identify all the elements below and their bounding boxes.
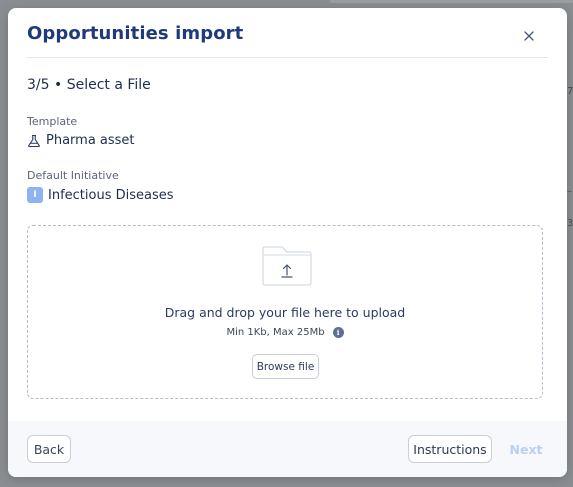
dropzone-prompt: Drag and drop your file here to upload bbox=[164, 305, 406, 320]
file-size-limits-text: Min 1Kb, Max 25Mb bbox=[226, 327, 325, 338]
modal-footer: Back Instructions Next bbox=[8, 421, 567, 477]
initiative-badge-letter: I bbox=[33, 189, 37, 200]
info-icon[interactable]: i bbox=[332, 327, 344, 338]
back-button[interactable]: Back bbox=[27, 435, 71, 463]
flask-icon bbox=[28, 134, 40, 147]
initiative-value: I Infectious Diseases bbox=[27, 187, 174, 203]
modal-title: Opportunities import bbox=[27, 23, 244, 44]
initiative-name: Infectious Diseases bbox=[48, 187, 174, 203]
initiative-badge: I bbox=[27, 187, 43, 203]
close-icon bbox=[524, 31, 534, 41]
next-button[interactable]: Next bbox=[504, 435, 548, 463]
close-button[interactable] bbox=[521, 28, 537, 44]
template-value: Pharma asset bbox=[27, 133, 135, 148]
instructions-button[interactable]: Instructions bbox=[408, 435, 492, 463]
modal-header: Opportunities import bbox=[8, 8, 567, 58]
folder-upload-icon bbox=[261, 245, 313, 287]
background-app-strip bbox=[330, 0, 573, 3]
initiative-label: Default Initiative bbox=[27, 169, 119, 182]
import-modal: Opportunities import 3/5 • Select a File… bbox=[8, 8, 567, 477]
file-size-limits: Min 1Kb, Max 25Mb i bbox=[28, 327, 542, 338]
header-divider bbox=[27, 57, 548, 58]
background-app-fragment: – bbox=[567, 186, 572, 197]
step-title: 3/5 • Select a File bbox=[27, 77, 151, 93]
background-app-fragment: 3 bbox=[567, 218, 573, 229]
template-name: Pharma asset bbox=[46, 133, 135, 148]
template-label: Template bbox=[27, 115, 78, 128]
background-app-fragment: 7 bbox=[567, 86, 573, 97]
browse-file-button[interactable]: Browse file bbox=[252, 354, 319, 379]
file-dropzone[interactable]: Drag and drop your file here to upload M… bbox=[27, 225, 543, 399]
